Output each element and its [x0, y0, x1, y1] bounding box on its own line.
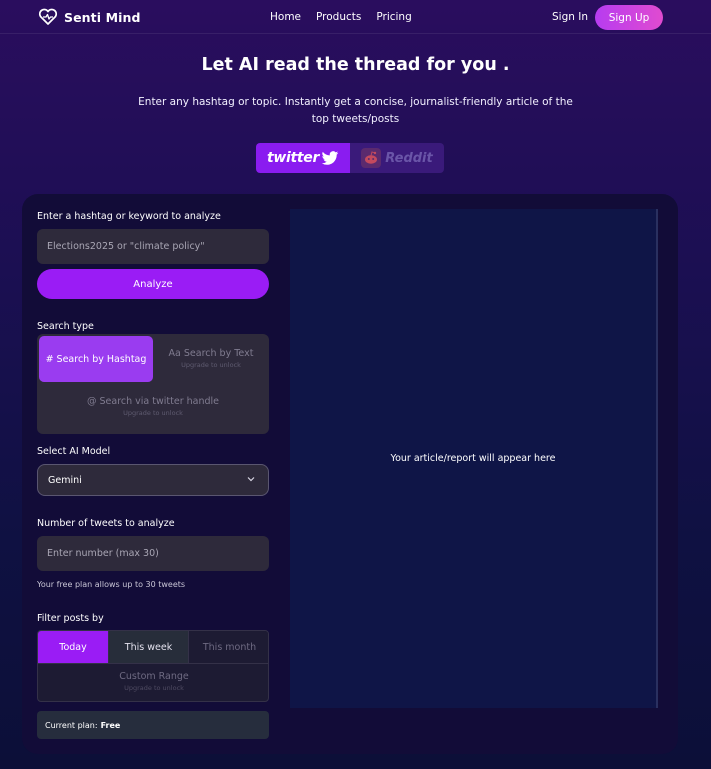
nav-links: Home Products Pricing — [270, 11, 412, 23]
twitter-wordmark: twitter — [266, 150, 320, 166]
date-filter-group: Today This week This month Custom Range … — [37, 630, 269, 702]
filter-label: Filter posts by — [37, 613, 104, 624]
top-nav: Senti Mind Home Products Pricing Sign In… — [0, 0, 711, 34]
upgrade-note: Upgrade to unlock — [123, 409, 183, 417]
sign-in-link[interactable]: Sign In — [552, 11, 588, 23]
sign-up-button[interactable]: Sign Up — [595, 5, 663, 30]
platform-reddit-button[interactable]: Reddit — [350, 143, 444, 173]
filter-week-tab[interactable]: This week — [109, 631, 189, 663]
upgrade-note: Upgrade to unlock — [124, 684, 184, 692]
current-plan-label: Current plan: — [45, 720, 98, 730]
nav-home-link[interactable]: Home — [270, 11, 301, 23]
nav-pricing-link[interactable]: Pricing — [376, 11, 411, 23]
model-select-value: Gemini — [48, 474, 82, 486]
heart-logo-icon — [38, 8, 58, 25]
tweet-count-label: Number of tweets to analyze — [37, 518, 175, 529]
platform-twitter-button[interactable]: twitter — [256, 143, 350, 173]
hero-subtitle: Enter any hashtag or topic. Instantly ge… — [138, 96, 573, 125]
filter-custom-range[interactable]: Custom Range Upgrade to unlock — [38, 663, 268, 701]
nav-products-link[interactable]: Products — [316, 11, 361, 23]
analyze-button[interactable]: Analyze — [37, 269, 269, 299]
reddit-alien-icon — [361, 148, 382, 168]
current-plan-bar: Current plan: Free — [37, 711, 269, 739]
filter-month-tab[interactable]: This month — [189, 631, 268, 663]
output-placeholder: Your article/report will appear here — [390, 453, 556, 464]
filter-today-tab[interactable]: Today — [38, 631, 109, 663]
search-by-handle-option[interactable]: @ Search via twitter handle Upgrade to u… — [39, 384, 267, 432]
brand-name: Senti Mind — [64, 9, 141, 25]
plan-limit-hint: Your free plan allows up to 30 tweets — [37, 580, 186, 589]
platform-switcher: twitter Reddit — [256, 143, 444, 173]
chevron-down-icon — [247, 477, 255, 482]
search-by-text-label: Aa Search by Text — [168, 348, 254, 359]
article-output-panel: Your article/report will appear here — [290, 209, 658, 708]
brand-logo[interactable]: Senti Mind — [38, 8, 141, 26]
model-label: Select AI Model — [37, 446, 111, 457]
model-select[interactable]: Gemini — [37, 464, 269, 496]
current-plan-value: Free — [100, 720, 121, 730]
reddit-wordmark: Reddit — [385, 150, 433, 166]
analyzer-card: Enter a hashtag or keyword to analyze An… — [22, 194, 678, 754]
custom-range-label: Custom Range — [119, 671, 189, 682]
upgrade-note: Upgrade to unlock — [181, 361, 241, 369]
keyword-label: Enter a hashtag or keyword to analyze — [37, 211, 221, 222]
analyzer-form: Enter a hashtag or keyword to analyze An… — [37, 194, 269, 754]
twitter-bird-icon — [321, 150, 339, 165]
search-type-group: # Search by Hashtag Aa Search by Text Up… — [37, 334, 269, 434]
keyword-input[interactable] — [37, 229, 269, 264]
date-filter-tabs: Today This week This month — [38, 631, 268, 663]
hero-title: Let AI read the thread for you . — [201, 55, 510, 75]
search-by-text-option[interactable]: Aa Search by Text Upgrade to unlock — [155, 336, 267, 382]
search-by-hashtag-option[interactable]: # Search by Hashtag — [39, 336, 153, 382]
tweet-count-input[interactable] — [37, 536, 269, 571]
search-by-handle-label: @ Search via twitter handle — [86, 396, 219, 407]
search-type-label: Search type — [37, 321, 94, 332]
